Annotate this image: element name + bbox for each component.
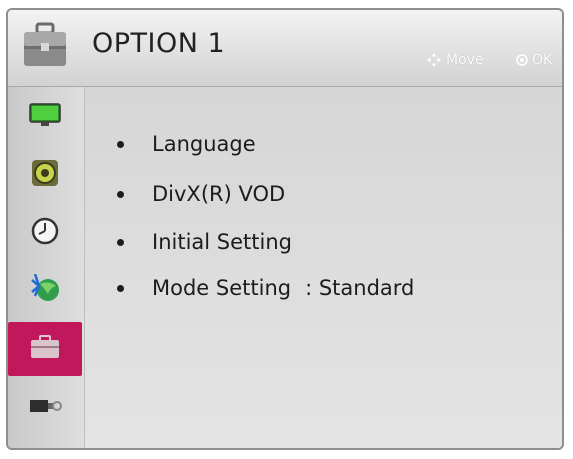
input-device-icon <box>28 394 62 420</box>
sidebar-item-time[interactable] <box>8 206 82 260</box>
speaker-audio-icon <box>29 157 61 193</box>
picture-tv-icon <box>28 102 62 132</box>
menu-item-initial-setting[interactable]: Initial Setting <box>117 230 292 254</box>
move-hint-label: Move <box>446 52 484 68</box>
briefcase-icon <box>22 22 68 70</box>
mode-setting-value: : Standard <box>305 276 415 300</box>
menu-item-divx-vod[interactable]: DivX(R) VOD <box>117 182 285 206</box>
menu-item-language[interactable]: Language <box>117 132 256 156</box>
move-arrows-icon <box>426 52 442 68</box>
bullet-icon <box>117 238 124 246</box>
sidebar-item-input[interactable] <box>8 380 82 434</box>
menu-item-label: Initial Setting <box>152 230 292 254</box>
bullet-icon <box>117 140 124 148</box>
page-title: OPTION 1 <box>92 28 226 59</box>
option-list-panel: Language DivX(R) VOD Initial Setting Mod… <box>85 87 562 448</box>
network-globe-icon <box>27 273 63 308</box>
menu-header: OPTION 1 Move OK <box>8 10 562 87</box>
sidebar-item-audio[interactable] <box>8 148 82 202</box>
move-hint: Move <box>426 52 484 68</box>
option-menu-window: OPTION 1 Move OK Language DivX(R) VOD In… <box>6 8 564 450</box>
bullet-icon <box>117 190 124 198</box>
ok-hint: OK <box>516 52 552 68</box>
sidebar-item-option[interactable] <box>8 322 82 376</box>
clock-time-icon <box>30 216 60 250</box>
menu-item-label: Mode Setting <box>152 276 292 300</box>
sidebar-item-network[interactable] <box>8 264 82 318</box>
menu-item-mode-setting[interactable]: Mode Setting : Standard <box>117 276 414 300</box>
category-sidebar <box>8 87 85 448</box>
option-briefcase-icon <box>30 335 60 363</box>
bullet-icon <box>117 284 124 292</box>
menu-item-label: DivX(R) VOD <box>152 182 286 206</box>
sidebar-item-picture[interactable] <box>8 90 82 144</box>
ok-button-icon <box>516 54 528 66</box>
menu-item-label: Language <box>152 132 256 156</box>
ok-hint-label: OK <box>532 52 553 68</box>
